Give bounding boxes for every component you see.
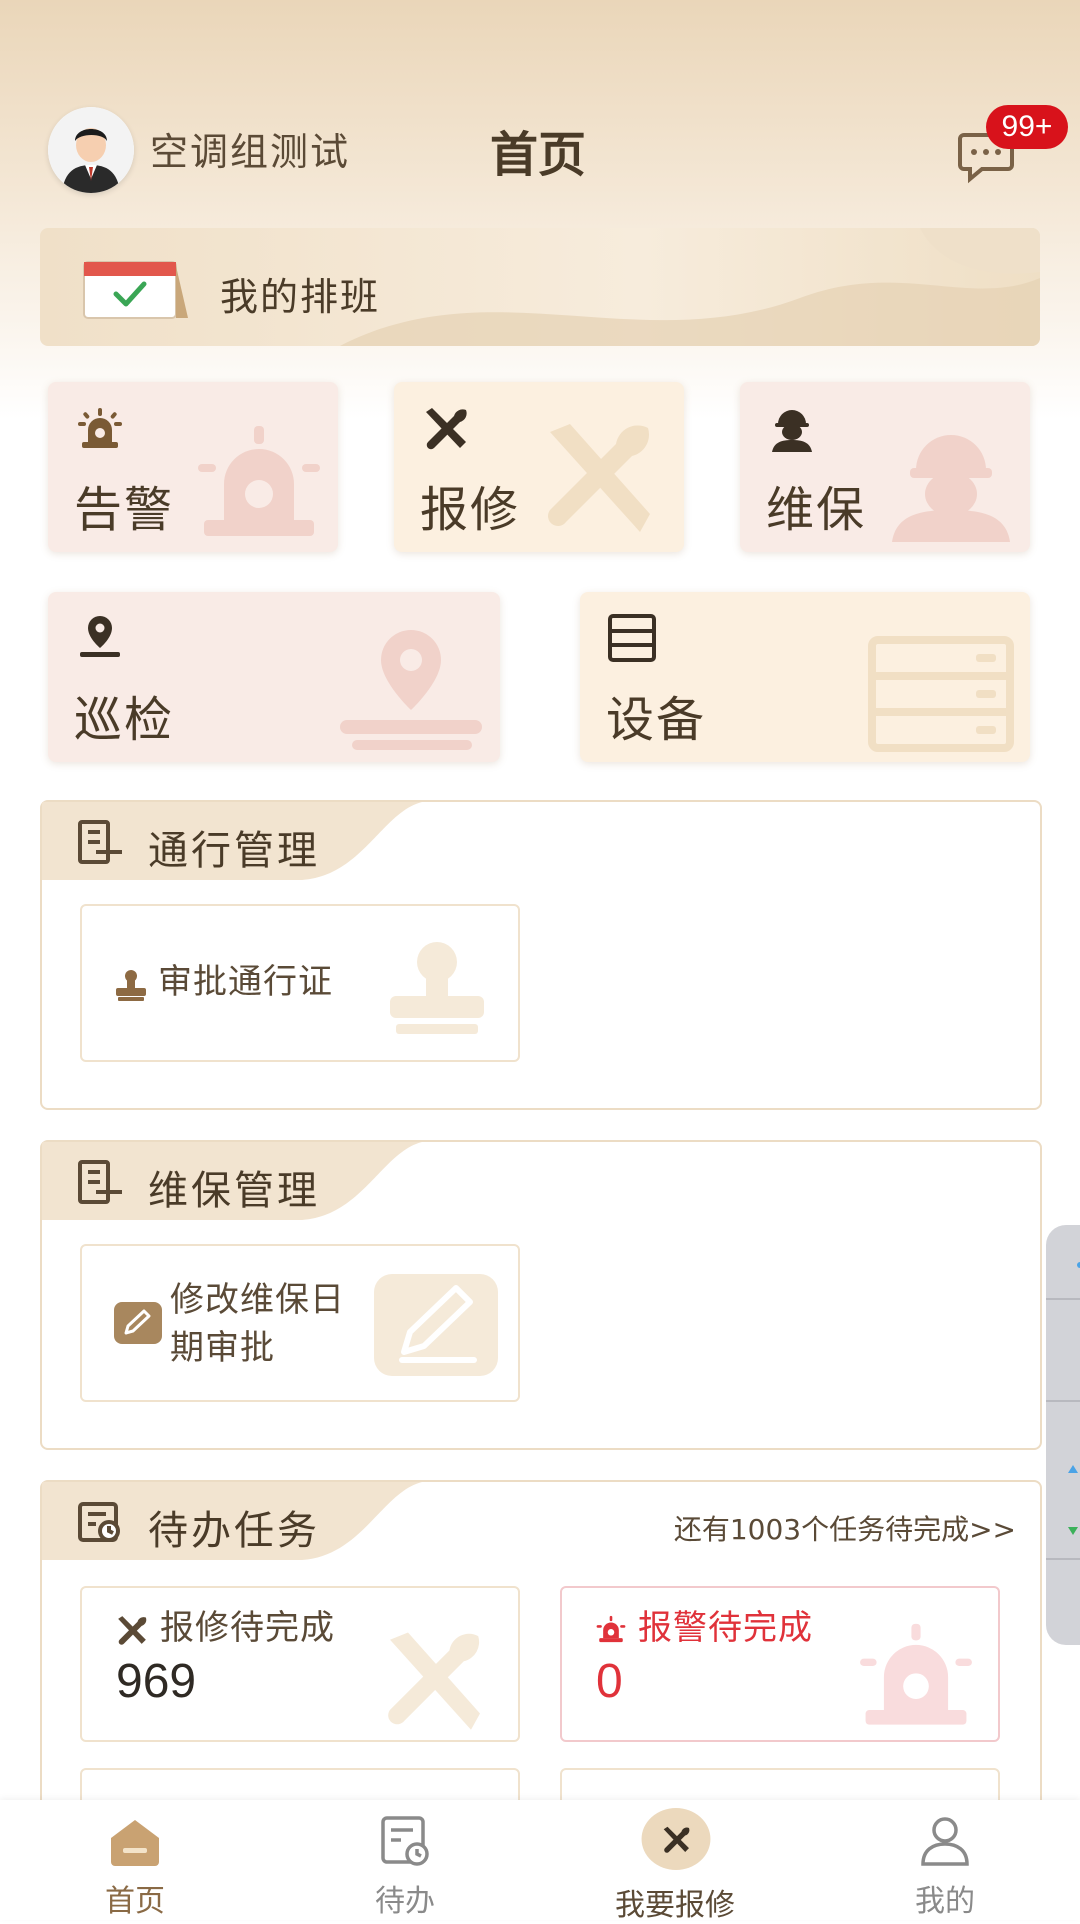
tools-icon xyxy=(426,408,467,450)
repair-icon xyxy=(641,1808,711,1870)
worker-icon xyxy=(772,410,812,452)
worker-bg-icon xyxy=(892,435,1010,542)
document-icon xyxy=(78,1160,122,1204)
tile-equipment-label: 设备 xyxy=(606,692,707,748)
schedule-decoration xyxy=(340,228,1040,346)
stamp-bg-icon xyxy=(390,942,484,1034)
todo-icon xyxy=(381,1816,429,1866)
section-title-todo: 待办任务 xyxy=(148,1508,320,1554)
message-button[interactable]: 99+ xyxy=(958,105,1068,185)
modify-maintenance-date-label: 修改维保日期审批 xyxy=(170,1280,345,1368)
nav-mine-label: 我的 xyxy=(915,1884,975,1919)
avatar[interactable] xyxy=(48,107,134,193)
tile-inspection[interactable]: 巡检 xyxy=(48,592,500,762)
user-name: 空调组测试 xyxy=(150,130,351,174)
tools-bg-icon xyxy=(388,1632,480,1730)
location-bg-icon xyxy=(340,630,482,750)
tile-maintenance-label: 维保 xyxy=(766,482,867,538)
server-bg-icon xyxy=(868,636,1014,752)
server-icon xyxy=(608,614,656,662)
repair-pending-count: 969 xyxy=(116,1655,197,1708)
nav-mine[interactable]: 我的 xyxy=(845,1808,1045,1919)
calendar-icon xyxy=(83,261,188,319)
modify-maintenance-date-card[interactable]: 修改维保日期审批 xyxy=(80,1244,520,1402)
nav-report-repair-label: 我要报修 xyxy=(615,1888,735,1923)
alarm-pending-count: 0 xyxy=(596,1655,623,1708)
tile-repair[interactable]: 报修 xyxy=(394,382,684,552)
todo-more-link[interactable]: 还有1003个任务待完成>> xyxy=(674,1508,1016,1548)
nav-todo[interactable]: 待办 xyxy=(305,1808,505,1919)
nav-home[interactable]: 首页 xyxy=(35,1808,235,1919)
stamp-icon xyxy=(116,970,146,1001)
section-pass-management: 通行管理 审批通行证 xyxy=(40,800,1042,1110)
alarm-icon xyxy=(596,1615,626,1643)
tile-repair-label: 报修 xyxy=(420,482,521,538)
document-icon xyxy=(78,820,122,864)
tile-maintenance[interactable]: 维保 xyxy=(740,382,1030,552)
floating-side-panel[interactable] xyxy=(1046,1225,1080,1645)
section-maintenance-management: 维保管理 修改维保日期审批 xyxy=(40,1140,1042,1450)
nav-todo-label: 待办 xyxy=(375,1884,435,1919)
repair-pending-card[interactable]: 报修待完成 969 xyxy=(80,1586,520,1742)
alarm-icon xyxy=(78,408,122,448)
alarm-bg-icon xyxy=(860,1623,972,1725)
tools-icon xyxy=(118,1616,147,1645)
page-title: 首页 xyxy=(490,127,587,183)
home-icon xyxy=(111,1820,159,1866)
bottom-nav: 首页 待办 我要报修 我的 xyxy=(0,1800,1080,1923)
approve-pass-label: 审批通行证 xyxy=(158,962,333,1002)
task-list-icon xyxy=(78,1502,120,1542)
section-title-pass: 通行管理 xyxy=(148,828,320,874)
nav-home-label: 首页 xyxy=(105,1884,165,1919)
header: 空调组测试 首页 99+ xyxy=(0,95,1080,195)
schedule-label: 我的排班 xyxy=(220,275,381,319)
tile-inspection-label: 巡检 xyxy=(74,692,175,748)
alarm-pending-card[interactable]: 报警待完成 0 xyxy=(560,1586,1000,1742)
section-todo: 待办任务 还有1003个任务待完成>> 报修待完成 969 报警待完成 0 xyxy=(40,1480,1042,1852)
alarm-bg-icon xyxy=(198,426,320,536)
schedule-bar[interactable]: 我的排班 xyxy=(40,228,1040,346)
location-pin-icon xyxy=(80,616,120,657)
repair-pending-label: 报修待完成 xyxy=(160,1608,335,1648)
edit-bg-icon xyxy=(374,1274,498,1376)
edit-icon xyxy=(114,1302,162,1344)
nav-report-repair[interactable]: 我要报修 xyxy=(575,1808,775,1923)
side-panel-markers xyxy=(1046,1262,1080,1560)
approve-pass-card[interactable]: 审批通行证 xyxy=(80,904,520,1062)
tools-bg-icon xyxy=(548,424,650,532)
tile-equipment[interactable]: 设备 xyxy=(580,592,1030,762)
user-icon xyxy=(921,1817,969,1866)
section-title-maintenance: 维保管理 xyxy=(148,1168,320,1214)
alarm-pending-label: 报警待完成 xyxy=(638,1608,813,1648)
message-badge: 99+ xyxy=(986,105,1068,149)
tile-alarm[interactable]: 告警 xyxy=(48,382,338,552)
header-background xyxy=(0,0,1080,420)
tile-alarm-label: 告警 xyxy=(74,482,175,538)
